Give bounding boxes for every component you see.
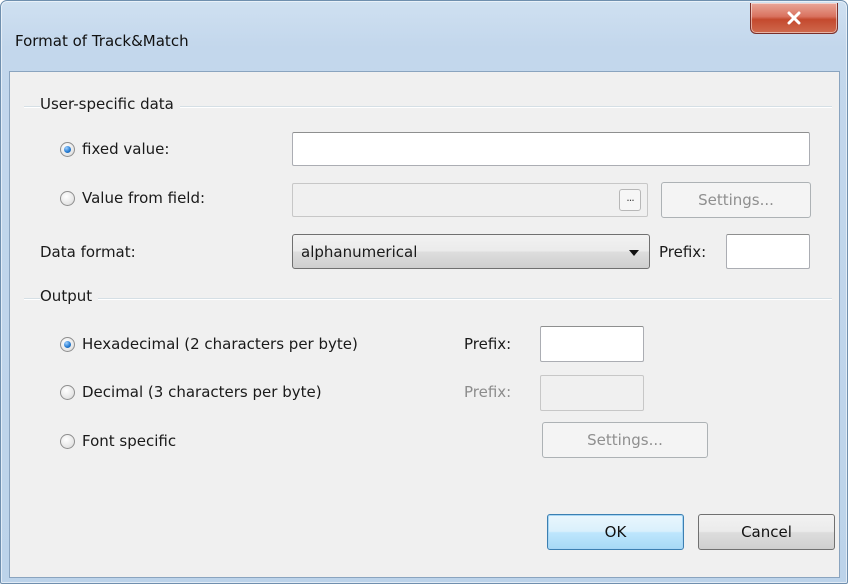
hex-radio-row[interactable]: Hexadecimal (2 characters per byte) — [60, 335, 358, 353]
cancel-button[interactable]: Cancel — [698, 514, 835, 550]
close-icon — [787, 11, 801, 25]
format-prefix-label: Prefix: — [659, 243, 707, 261]
value-from-field-radio-row[interactable]: Value from field: — [60, 189, 205, 207]
fixed-value-label: fixed value: — [82, 140, 170, 158]
decimal-prefix-label: Prefix: — [464, 383, 512, 401]
decimal-label: Decimal (3 characters per byte) — [82, 383, 322, 401]
value-from-field-label: Value from field: — [82, 189, 206, 207]
output-group-title: Output — [40, 287, 99, 305]
field-settings-button[interactable]: Settings... — [661, 182, 811, 218]
window-title: Format of Track&Match — [15, 32, 189, 50]
hex-prefix-input[interactable] — [540, 326, 644, 362]
close-button[interactable] — [750, 3, 838, 34]
format-prefix-input[interactable] — [726, 234, 810, 269]
value-from-field-radio[interactable] — [60, 190, 75, 206]
font-specific-label: Font specific — [82, 432, 177, 450]
chevron-down-icon — [629, 250, 639, 256]
hex-radio[interactable] — [60, 336, 75, 352]
font-specific-radio[interactable] — [60, 433, 75, 449]
fixed-value-input[interactable] — [292, 132, 810, 166]
decimal-radio-row[interactable]: Decimal (3 characters per byte) — [60, 383, 322, 401]
data-format-value: alphanumerical — [301, 243, 418, 261]
user-data-group-title: User-specific data — [40, 95, 180, 113]
output-settings-button[interactable]: Settings... — [542, 422, 708, 458]
data-format-select[interactable]: alphanumerical — [292, 234, 650, 269]
value-from-field-input[interactable] — [292, 183, 648, 217]
title-bar[interactable]: Format of Track&Match — [1, 1, 847, 73]
font-specific-radio-row[interactable]: Font specific — [60, 432, 176, 450]
dialog-window: Format of Track&Match User-specific data… — [0, 0, 848, 584]
hex-label: Hexadecimal (2 characters per byte) — [82, 335, 358, 353]
fixed-value-radio-row[interactable]: fixed value: — [60, 140, 169, 158]
browse-field-button[interactable]: ··· — [619, 189, 641, 211]
ok-button[interactable]: OK — [547, 514, 684, 550]
data-format-label: Data format: — [40, 243, 136, 261]
hex-prefix-label: Prefix: — [464, 335, 512, 353]
decimal-prefix-input[interactable] — [540, 375, 644, 411]
output-group-line — [24, 298, 832, 300]
fixed-value-radio[interactable] — [60, 141, 75, 157]
decimal-radio[interactable] — [60, 384, 75, 400]
dialog-body: User-specific data fixed value: Value fr… — [9, 71, 840, 578]
